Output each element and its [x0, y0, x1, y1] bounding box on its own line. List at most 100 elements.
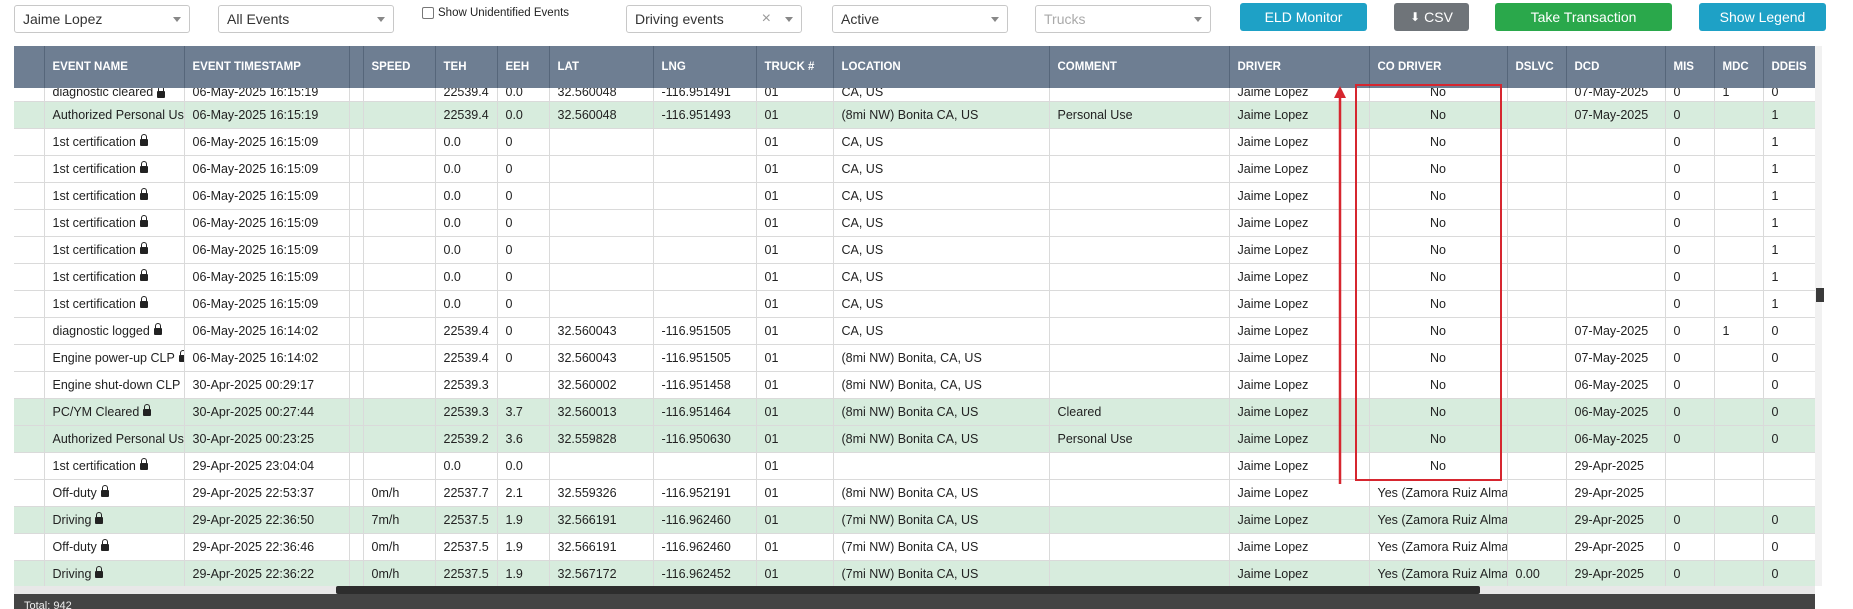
highlight-box [1355, 84, 1502, 481]
status-select[interactable]: Active [832, 5, 1008, 33]
cell-text: Personal Use [1057, 108, 1133, 122]
cell-timestamp: 29-Apr-2025 22:53:37 [184, 479, 350, 507]
driver-select[interactable]: Jaime Lopez [14, 5, 190, 33]
table-row[interactable]: diagnostic cleared 06-May-2025 16:15:19 22… [14, 88, 1815, 102]
row-select-cell[interactable] [14, 371, 45, 399]
show-legend-button[interactable]: Show Legend [1699, 3, 1826, 31]
spacer-cell [349, 101, 364, 129]
clear-icon[interactable]: × [762, 10, 771, 28]
row-select-cell[interactable] [14, 182, 45, 210]
cell-mis: 0 [1665, 101, 1715, 129]
events-select-value: All Events [227, 11, 290, 27]
column-header[interactable]: SPEED [363, 46, 436, 88]
column-header[interactable]: MDC [1714, 46, 1764, 88]
table-row[interactable]: 1st certification 06-May-2025 16:15:09 0.0… [14, 236, 1815, 264]
cell-event-name: 1st certification [44, 452, 185, 480]
row-select-cell[interactable] [14, 236, 45, 264]
table-row[interactable]: 1st certification 06-May-2025 16:15:09 0.0… [14, 182, 1815, 210]
column-header[interactable]: CO DRIVER [1369, 46, 1508, 88]
cell-comment [1049, 344, 1230, 372]
cell-event-name: diagnostic logged [44, 317, 185, 345]
table-row[interactable]: 1st certification 06-May-2025 16:15:09 0.0… [14, 290, 1815, 318]
row-select-cell[interactable] [14, 317, 45, 345]
column-header[interactable]: TEH [435, 46, 498, 88]
cell-dcd: 29-Apr-2025 [1566, 506, 1666, 534]
table-row[interactable]: Engine power-up CLP 06-May-2025 16:14:02 2… [14, 344, 1815, 372]
take-transaction-button[interactable]: Take Transaction [1495, 3, 1672, 31]
vertical-scrollbar-thumb[interactable] [1816, 288, 1824, 302]
row-select-cell[interactable] [14, 263, 45, 291]
trucks-select[interactable]: Trucks [1035, 5, 1211, 33]
cell-text: 29-Apr-2025 [1574, 486, 1645, 500]
table-row[interactable]: 1st certification 06-May-2025 16:15:09 0.0… [14, 263, 1815, 291]
table-row[interactable]: Driving 29-Apr-2025 22:36:22 0m/h 22537.5 1.… [14, 560, 1815, 586]
row-select-cell[interactable] [14, 398, 45, 426]
table-row[interactable]: diagnostic logged 06-May-2025 16:14:02 225… [14, 317, 1815, 345]
row-select-cell[interactable] [14, 506, 45, 534]
row-select-cell[interactable] [14, 344, 45, 372]
table-row[interactable]: Engine shut-down CLP 30-Apr-2025 00:29:17… [14, 371, 1815, 399]
cell-eeh: 0 [497, 209, 550, 237]
cell-truck: 01 [756, 560, 834, 586]
table-row[interactable]: 1st certification 06-May-2025 16:15:09 0.0… [14, 209, 1815, 237]
table-row[interactable]: PC/YM Cleared 30-Apr-2025 00:27:44 22539.3… [14, 398, 1815, 426]
column-header[interactable]: LNG [653, 46, 757, 88]
column-header[interactable]: LAT [549, 46, 654, 88]
events-select[interactable]: All Events [218, 5, 394, 33]
table-row[interactable]: Driving 29-Apr-2025 22:36:50 7m/h 22537.5 1.… [14, 506, 1815, 534]
cell-event-name: 1st certification [44, 182, 185, 210]
spacer-cell [349, 533, 364, 561]
column-header[interactable]: MIS [1665, 46, 1715, 88]
column-header[interactable]: EVENT NAME [44, 46, 185, 88]
cell-text: 1 [1771, 243, 1779, 257]
cell-lat: 32.560043 [549, 344, 654, 372]
chevron-down-icon [173, 16, 181, 22]
cell-mis: 0 [1665, 128, 1715, 156]
table-row[interactable]: Authorized Personal Use 06-May-2025 16:15… [14, 101, 1815, 129]
row-select-cell[interactable] [14, 560, 45, 586]
column-header[interactable]: LOCATION [833, 46, 1050, 88]
row-select-cell[interactable] [14, 452, 45, 480]
csv-button[interactable]: ⬇ CSV [1394, 3, 1469, 31]
column-header[interactable]: COMMENT [1049, 46, 1230, 88]
row-select-cell[interactable] [14, 88, 45, 102]
column-header[interactable]: DSLVC [1507, 46, 1567, 88]
row-select-cell[interactable] [14, 290, 45, 318]
column-header[interactable]: TRUCK # [756, 46, 834, 88]
row-select-cell[interactable] [14, 209, 45, 237]
table-row[interactable]: Off-duty 29-Apr-2025 22:53:37 0m/h 22537.7 2… [14, 479, 1815, 507]
cell-text: 06-May-2025 16:15:09 [192, 243, 319, 257]
row-select-cell[interactable] [14, 533, 45, 561]
show-unidentified-toggle[interactable]: Show Unidentified Events [422, 7, 569, 19]
row-select-cell[interactable] [14, 425, 45, 453]
row-select-cell[interactable] [14, 128, 45, 156]
row-select-cell[interactable] [14, 155, 45, 183]
table-row[interactable]: Authorized Personal Use 30-Apr-2025 00:23… [14, 425, 1815, 453]
cell-truck: 01 [756, 88, 834, 102]
table-row[interactable]: 1st certification 29-Apr-2025 23:04:04 0.0… [14, 452, 1815, 480]
cell-text: 0.0 [505, 108, 523, 122]
column-header[interactable]: DRIVER [1229, 46, 1370, 88]
cell-teh: 22539.4 [435, 88, 498, 102]
event-type-select[interactable]: Driving events × [626, 5, 802, 33]
cell-text: 01 [764, 162, 779, 176]
row-select-cell[interactable] [14, 101, 45, 129]
horizontal-scrollbar-thumb[interactable] [336, 586, 1480, 594]
column-header[interactable]: EVENT TIMESTAMP [184, 46, 350, 88]
cell-text: 06-May-2025 [1574, 432, 1649, 446]
column-header[interactable]: DDEIS [1763, 46, 1815, 88]
vertical-scrollbar[interactable] [1815, 46, 1822, 586]
cell-dcd: 06-May-2025 [1566, 398, 1666, 426]
eld-monitor-button[interactable]: ELD Monitor [1240, 3, 1367, 31]
table-row[interactable]: Off-duty 29-Apr-2025 22:36:46 0m/h 22537.5 1… [14, 533, 1815, 561]
row-select-cell[interactable] [14, 479, 45, 507]
column-header[interactable]: EEH [497, 46, 550, 88]
table-row[interactable]: 1st certification 06-May-2025 16:15:09 0.0… [14, 155, 1815, 183]
table-row[interactable]: 1st certification 06-May-2025 16:15:09 0.0… [14, 128, 1815, 156]
cell-teh: 22539.4 [435, 317, 498, 345]
column-header[interactable]: DCD [1566, 46, 1666, 88]
cell-event-name: Driving [44, 560, 185, 586]
checkbox[interactable] [422, 7, 434, 19]
cell-event-name: 1st certification [44, 236, 185, 264]
cell-lng: -116.951464 [653, 398, 757, 426]
